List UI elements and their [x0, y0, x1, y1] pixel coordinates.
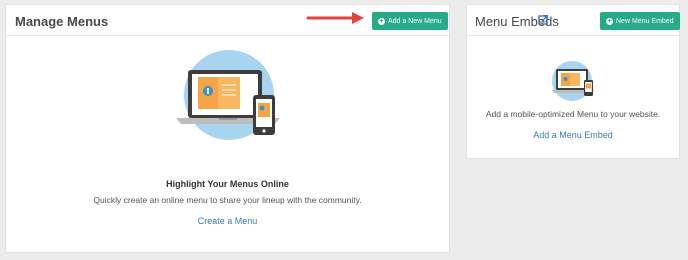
add-menu-embed-link-label: Add a Menu Embed	[533, 130, 613, 140]
new-menu-embed-label: New Menu Embed	[616, 17, 674, 25]
add-new-menu-label: Add a New Menu	[388, 17, 442, 25]
new-menu-embed-button[interactable]: + New Menu Embed	[600, 12, 680, 30]
red-arrow-icon	[306, 12, 364, 24]
embeds-description: Add a mobile-optimized Menu to your webs…	[485, 109, 661, 119]
embed-illustration	[552, 61, 594, 101]
add-menu-embed-link[interactable]: Add a Menu Embed	[467, 125, 679, 143]
menu-embeds-panel: Menu Embeds + New Menu Embed Add a mobil…	[466, 4, 680, 159]
plus-circle-icon: +	[606, 17, 613, 25]
plus-circle-icon: +	[378, 17, 385, 25]
manage-heading: Highlight Your Menus Online	[166, 179, 289, 189]
menu-illustration	[176, 50, 280, 140]
page-title: Manage Menus	[15, 14, 109, 29]
add-new-menu-button[interactable]: + Add a New Menu	[372, 12, 448, 30]
manage-menus-header: Manage Menus + Add a New Menu	[6, 5, 449, 36]
create-menu-link[interactable]: Create a Menu	[6, 211, 449, 229]
manage-description: Quickly create an online menu to share y…	[93, 195, 362, 205]
menu-embeds-header: Menu Embeds + New Menu Embed	[467, 5, 680, 36]
create-menu-link-label: Create a Menu	[197, 216, 258, 226]
external-link-icon[interactable]	[538, 14, 549, 25]
manage-menus-panel: Manage Menus + Add a New Menu Highlight …	[5, 4, 450, 253]
